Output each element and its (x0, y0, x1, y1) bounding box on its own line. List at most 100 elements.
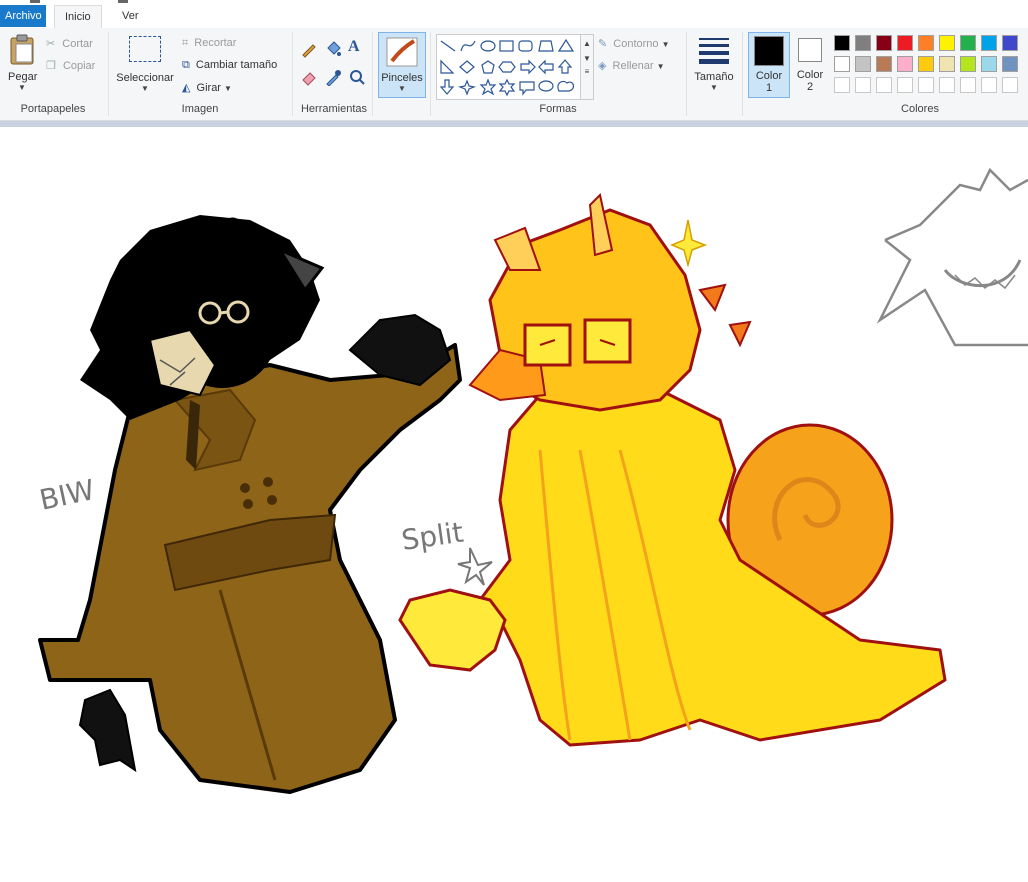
color1-label: Color (755, 70, 783, 82)
yellow-creature-drawing (398, 192, 947, 747)
brushes-button[interactable]: Pinceles ▼ (378, 32, 426, 98)
color1-number: 1 (765, 82, 773, 94)
quick-access-toolbar[interactable] (30, 0, 40, 3)
palette-swatch[interactable] (876, 35, 892, 51)
polygon-shape-icon (538, 40, 554, 52)
clipboard-group-label: Portapapeles (20, 103, 86, 115)
text-tool[interactable]: A (348, 38, 360, 56)
copy-button[interactable]: ❐ Copiar (46, 59, 95, 72)
scroll-up-icon[interactable]: ▲ (581, 39, 593, 48)
magnifier-tool[interactable] (348, 68, 366, 89)
palette-swatch[interactable] (855, 35, 871, 51)
tools-group-label: Herramientas (300, 103, 368, 115)
palette-swatch[interactable] (939, 56, 955, 72)
crop-button[interactable]: ⌗ Recortar (182, 37, 236, 50)
rotate-button[interactable]: ◭ Girar ▼ (182, 81, 232, 94)
canvas-artwork: BIW Split (37, 167, 1028, 794)
scissors-icon: ✂ (46, 38, 56, 50)
select-dropdown-icon: ▼ (141, 84, 149, 93)
fill-button[interactable]: ◈ Rellenar ▼ (598, 59, 664, 72)
brown-coat-character-drawing (38, 215, 462, 794)
separator (372, 32, 373, 116)
paste-button[interactable]: Pegar ▼ (8, 34, 38, 92)
callout-rect-shape-icon (519, 81, 535, 96)
palette-swatch[interactable] (918, 56, 934, 72)
pentagon-shape-icon (481, 60, 495, 74)
custom-color-slot[interactable] (981, 77, 997, 93)
shapes-gallery[interactable] (436, 34, 582, 100)
eraser-tool[interactable] (300, 68, 318, 89)
gray-star-doodle (457, 547, 493, 586)
separator (430, 32, 431, 116)
copy-label: Copiar (62, 60, 96, 72)
tab-view[interactable]: Ver (112, 5, 149, 27)
drawing-canvas[interactable]: BIW Split (0, 127, 1028, 879)
palette-swatch[interactable] (834, 35, 850, 51)
image-group-label: Imagen (181, 103, 219, 115)
label-right-text: Split (399, 516, 465, 557)
fill-icon: ◈ (598, 60, 607, 72)
hexagon-shape-icon (498, 61, 516, 73)
arrow-down-shape-icon (439, 79, 455, 95)
paste-label: Pegar (8, 71, 38, 83)
tab-home[interactable]: Inicio (54, 5, 102, 29)
magnifier-icon (350, 70, 365, 85)
palette-swatch[interactable] (939, 35, 955, 51)
palette-swatch[interactable] (960, 56, 976, 72)
brushes-label: Pinceles (381, 72, 423, 84)
palette-swatch[interactable] (981, 35, 997, 51)
color2-button[interactable]: Color 2 (792, 32, 828, 96)
outline-button[interactable]: ✎ Contorno ▼ (598, 37, 670, 50)
custom-color-slot[interactable] (855, 77, 871, 93)
palette-swatch[interactable] (855, 56, 871, 72)
color2-number: 2 (806, 81, 814, 93)
select-button[interactable]: Seleccionar ▼ (114, 36, 176, 93)
shapes-scrollbar[interactable]: ▲ ▼ ≡ (580, 34, 594, 100)
custom-color-slot[interactable] (939, 77, 955, 93)
tab-file[interactable]: Archivo (0, 5, 46, 27)
size-button[interactable]: Tamaño ▼ (694, 36, 734, 92)
custom-color-slot[interactable] (918, 77, 934, 93)
select-icon (129, 36, 161, 62)
cut-button[interactable]: ✂ Cortar (46, 37, 93, 50)
four-point-star-shape-icon (457, 79, 477, 96)
palette-swatch[interactable] (1002, 35, 1018, 51)
palette-swatch[interactable] (1002, 56, 1018, 72)
text-a-icon: A (348, 38, 360, 55)
line-shape-icon (440, 40, 456, 52)
palette-swatch[interactable] (876, 56, 892, 72)
resize-button[interactable]: ⧉ Cambiar tamaño (182, 59, 277, 72)
label-left-text: BIW (37, 473, 98, 517)
custom-color-slot[interactable] (1002, 77, 1018, 93)
eraser-icon (302, 72, 316, 86)
line-size-icon (699, 38, 729, 64)
custom-color-slot[interactable] (960, 77, 976, 93)
rotate-dropdown-icon: ▼ (224, 84, 232, 93)
custom-color-slot[interactable] (897, 77, 913, 93)
scroll-down-icon[interactable]: ▼ (581, 54, 593, 63)
expand-icon[interactable]: ≡ (581, 67, 593, 76)
five-point-star-shape-icon (479, 78, 497, 96)
palette-swatch[interactable] (897, 56, 913, 72)
color1-button[interactable]: Color 1 (748, 32, 790, 98)
palette-swatch[interactable] (834, 56, 850, 72)
color-picker-tool[interactable] (324, 68, 342, 89)
rounded-rectangle-shape-icon (518, 40, 533, 52)
colors-group-label: Colores (901, 103, 939, 115)
resize-label: Cambiar tamaño (195, 59, 278, 71)
fill-tool[interactable] (324, 40, 342, 61)
palette-swatch[interactable] (981, 56, 997, 72)
custom-color-slot[interactable] (834, 77, 850, 93)
paste-dropdown-icon: ▼ (18, 83, 26, 92)
palette-swatch[interactable] (918, 35, 934, 51)
brushes-dropdown-icon: ▼ (398, 84, 406, 93)
custom-color-slot[interactable] (876, 77, 892, 93)
palette-swatch[interactable] (897, 35, 913, 51)
pencil-tool[interactable] (300, 40, 318, 61)
quick-access-dropdown[interactable] (118, 0, 128, 3)
color1-swatch (754, 36, 784, 66)
rotate-icon: ◭ (182, 82, 191, 94)
palette-swatch[interactable] (960, 35, 976, 51)
select-label: Seleccionar (116, 72, 174, 84)
curve-shape-icon (460, 40, 476, 52)
